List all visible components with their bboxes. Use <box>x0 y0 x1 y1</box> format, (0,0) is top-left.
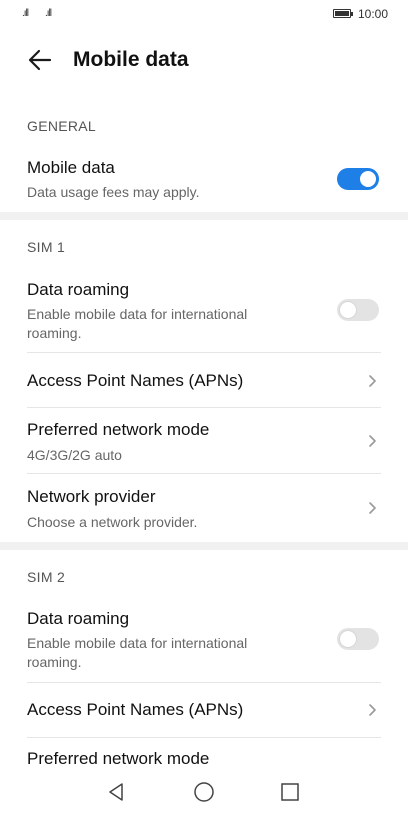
signal-icon-sim1: .ıll <box>22 8 29 19</box>
battery-icon <box>333 9 353 18</box>
section-gap <box>0 542 408 550</box>
chevron-right-icon <box>369 502 376 514</box>
divider <box>27 407 381 408</box>
section-gap <box>0 212 408 220</box>
section-label-sim1: SIM 1 <box>27 239 66 255</box>
status-time: 10:00 <box>358 7 389 21</box>
section-label-sim2: SIM 2 <box>27 569 66 585</box>
divider <box>27 352 381 353</box>
chevron-right-icon <box>369 435 376 447</box>
sim2-data-roaming-title: Data roaming <box>27 609 130 628</box>
status-bar: .ıll .ıll 10:00 <box>0 0 408 28</box>
sim1-apn-title: Access Point Names (APNs) <box>27 371 244 390</box>
nav-recent-apps-icon[interactable] <box>278 780 302 804</box>
chevron-right-icon <box>369 704 376 716</box>
divider <box>27 737 381 738</box>
navigation-bar <box>0 766 408 816</box>
sim2-data-roaming-subtitle: Enable mobile data for international roa… <box>27 635 248 670</box>
app-bar: Mobile data <box>0 34 408 86</box>
divider <box>27 473 381 474</box>
signal-icon-sim2: .ıll <box>45 8 52 19</box>
sim2-apn-title: Access Point Names (APNs) <box>27 700 244 719</box>
divider <box>27 682 381 683</box>
sim1-data-roaming-title: Data roaming <box>27 280 130 299</box>
sim2-data-roaming-toggle[interactable] <box>337 628 379 650</box>
sim1-network-provider-title: Network provider <box>27 487 156 506</box>
mobile-data-title: Mobile data <box>27 158 115 177</box>
sim1-network-mode-title: Preferred network mode <box>27 420 210 439</box>
nav-home-icon[interactable] <box>192 780 216 804</box>
nav-back-icon[interactable] <box>104 780 128 804</box>
sim1-network-mode-value: 4G/3G/2G auto <box>27 447 122 463</box>
sim1-data-roaming-toggle[interactable] <box>337 299 379 321</box>
back-arrow-icon[interactable] <box>26 46 54 74</box>
mobile-data-subtitle: Data usage fees may apply. <box>27 184 200 200</box>
sim1-network-provider-subtitle: Choose a network provider. <box>27 514 198 530</box>
section-label-general: GENERAL <box>27 118 97 134</box>
chevron-right-icon <box>369 375 376 387</box>
page-title: Mobile data <box>73 48 189 71</box>
sim1-data-roaming-subtitle: Enable mobile data for international roa… <box>27 306 248 341</box>
mobile-data-toggle[interactable] <box>337 168 379 190</box>
